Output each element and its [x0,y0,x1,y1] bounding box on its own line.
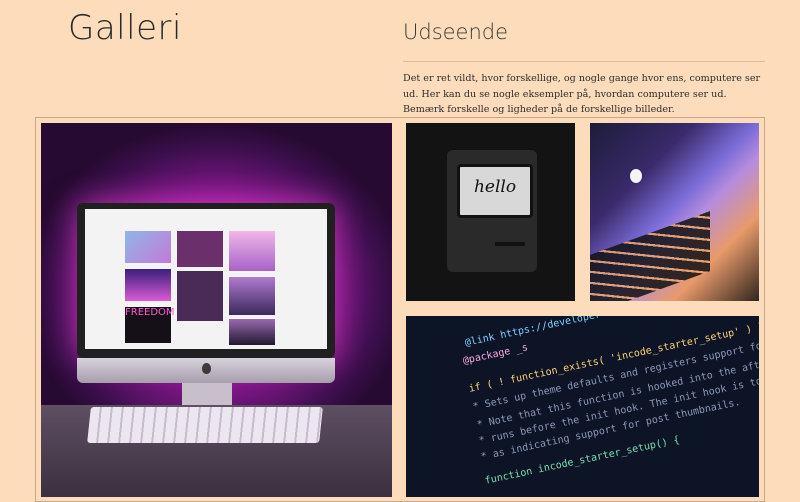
page-title: Galleri [68,8,182,48]
gallery-image-imac[interactable]: FREEDOM [41,123,392,497]
floppy-slot [495,242,525,246]
imac-wall-text: FREEDOM [125,307,175,343]
gallery-image-code[interactable]: @link https://developer @package _s if (… [406,316,759,497]
mac-hello-text: hello [473,177,517,197]
section-description: Det er ret vildt, hvor forskellige, og n… [403,73,761,115]
section-title: Udseende [403,20,509,44]
code-line: function incode_starter_setup() { [484,434,681,487]
section-divider [403,61,765,62]
imac-display: FREEDOM [85,209,327,349]
imac-stand [182,383,232,405]
apple-logo-icon [630,169,642,183]
keyboard [87,407,323,443]
code-line: @link https://developer [464,316,602,349]
apple-logo-icon [202,363,211,374]
macbook-keyboard [590,211,710,301]
classic-mac-body: hello [447,150,537,272]
imac-screen: FREEDOM [77,203,335,358]
gallery-image-classic-mac[interactable]: hello [406,123,575,301]
gallery-image-macbook[interactable] [590,123,759,301]
classic-mac-screen: hello [457,164,533,218]
